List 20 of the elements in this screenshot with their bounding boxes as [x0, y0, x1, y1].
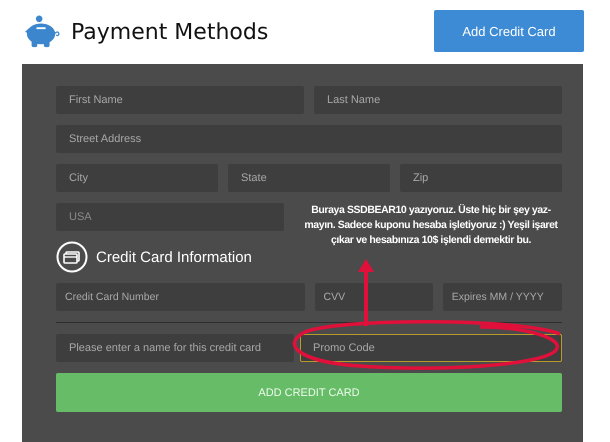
annotation-text: Buraya SSDBEAR10 yazıyoruz. Üste hiç bir şey yaz-mayın. Sadece kuponu hesaba işletiyoruz :) Yeşil işaret çıkar ve hesabınıza 10$ işlendi demektir bu. — [303, 203, 559, 248]
add-credit-card-button[interactable]: ADD CREDIT CARD — [56, 373, 562, 412]
input-field[interactable]: CVV — [314, 283, 433, 311]
input-field[interactable]: City — [56, 164, 218, 192]
country-select[interactable]: USA — [56, 203, 284, 231]
input-field[interactable]: Zip — [400, 164, 562, 192]
add-credit-card-button[interactable]: Add Credit Card — [434, 10, 584, 52]
section-title: Credit Card Information — [96, 248, 252, 266]
input-field[interactable]: Credit Card Number — [56, 283, 304, 311]
credit-card-icon — [56, 241, 88, 273]
input-field[interactable]: Please enter a name for this credit card — [56, 334, 294, 362]
input-field[interactable]: First Name — [56, 86, 304, 114]
input-field[interactable]: Last Name — [314, 86, 562, 114]
page-title: Payment Methods — [71, 20, 270, 44]
annotation-arrow — [358, 259, 374, 326]
input-field[interactable]: Expires MM / YYYY — [442, 283, 562, 311]
input-field[interactable]: State — [228, 164, 390, 192]
promo-code-field[interactable]: Promo Code — [300, 334, 562, 362]
piggy-bank-icon — [23, 15, 61, 49]
input-field[interactable]: Street Address — [56, 125, 562, 153]
